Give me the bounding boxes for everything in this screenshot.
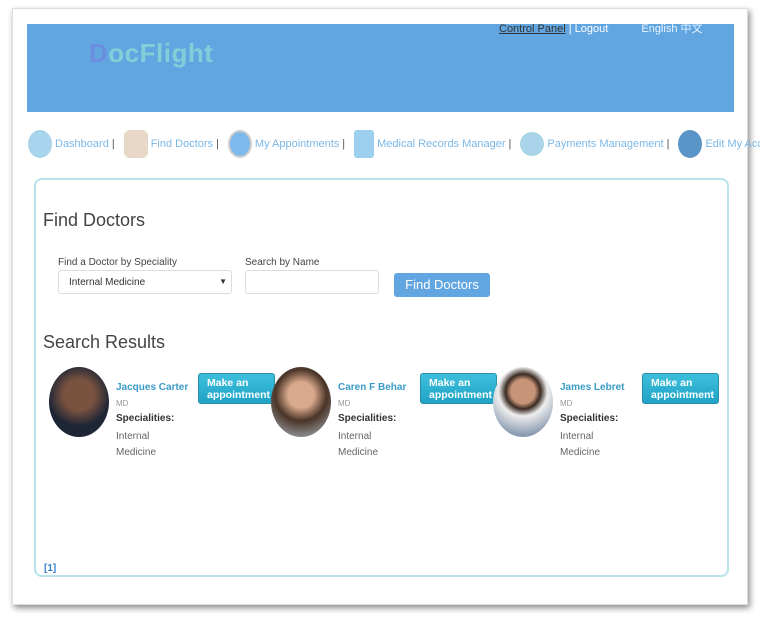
nav-my-appointments[interactable]: My Appointments | [227, 130, 351, 158]
separator: | [568, 23, 572, 35]
doctor-degree: MD [116, 399, 129, 408]
specialities-value: Internal Medicine [560, 431, 601, 458]
make-appointment-button[interactable]: Make an appointment [642, 373, 719, 404]
name-label: Search by Name [245, 257, 320, 268]
nav-label: Medical Records Manager [377, 138, 506, 150]
credit-card-icon [520, 132, 545, 156]
specialities-label: Specialities: [560, 413, 619, 424]
nav-label: Edit My Account [705, 138, 760, 150]
make-appointment-button[interactable]: Make an appointment [198, 373, 275, 404]
speciality-label: Find a Doctor by Speciality [58, 257, 177, 268]
doctor-name[interactable]: Caren F Behar [338, 382, 406, 393]
speciality-value: Internal Medicine [69, 277, 146, 288]
clock-icon [227, 130, 252, 158]
calendar-icon [354, 130, 375, 158]
doctor-degree: MD [338, 399, 351, 408]
doctor-name[interactable]: Jacques Carter [116, 382, 188, 393]
nav-label: Find Doctors [150, 138, 214, 150]
doctor-avatar[interactable] [271, 367, 331, 437]
chevron-down-icon: ▼ [219, 277, 227, 286]
nav-label: Payments Management [547, 138, 664, 150]
nav-edit-account[interactable]: Edit My Account [678, 130, 760, 158]
top-links: Control Panel | Logout English 中文 [499, 20, 703, 36]
nav-find-doctors[interactable]: Find Doctors | [123, 130, 225, 158]
nav-medical-records[interactable]: Medical Records Manager | [354, 130, 517, 158]
logout-link[interactable]: Logout [575, 23, 609, 35]
doctor-avatar[interactable] [493, 367, 553, 437]
nav-label: My Appointments [254, 138, 340, 150]
content-panel: Find Doctors Find a Doctor by Speciality… [34, 178, 729, 577]
main-nav: Dashboard | Find Doctors | My Appointments… [28, 130, 760, 158]
pagination-page-1[interactable]: [1] [44, 563, 56, 574]
header: DocFlight Control Panel | Logout English… [27, 23, 734, 112]
logo[interactable]: DocFlight [89, 38, 213, 69]
language-switch[interactable]: English 中文 [641, 23, 702, 35]
doctor-name[interactable]: James Lebret [560, 382, 624, 393]
nav-dashboard[interactable]: Dashboard | [28, 130, 121, 158]
dashboard-icon [28, 130, 52, 158]
doctor-degree: MD [560, 399, 573, 408]
doctor-card: Jacques Carter MD Specialities: Internal… [49, 367, 275, 458]
find-doctors-button[interactable]: Find Doctors [394, 273, 490, 297]
specialities-value: Internal Medicine [338, 431, 379, 458]
name-search-input[interactable] [245, 270, 379, 294]
results-title: Search Results [43, 332, 166, 352]
make-appointment-button[interactable]: Make an appointment [420, 373, 497, 404]
nav-label: Dashboard [55, 138, 109, 150]
doctor-card: James Lebret MD Specialities: Internal M… [493, 367, 719, 458]
specialities-label: Specialities: [116, 413, 175, 424]
specialities-label: Specialities: [338, 413, 397, 424]
doctor-card: Caren F Behar MD Specialities: Internal … [271, 367, 497, 458]
specialities-value: Internal Medicine [116, 431, 157, 458]
nav-payments[interactable]: Payments Management | [520, 132, 675, 156]
doctor-icon [123, 130, 148, 158]
gear-icon [678, 130, 703, 158]
speciality-select[interactable]: Internal Medicine ▼ [58, 270, 232, 294]
control-panel-link[interactable]: Control Panel [499, 23, 566, 35]
doctor-avatar[interactable] [49, 367, 109, 437]
page-title: Find Doctors [43, 210, 146, 230]
